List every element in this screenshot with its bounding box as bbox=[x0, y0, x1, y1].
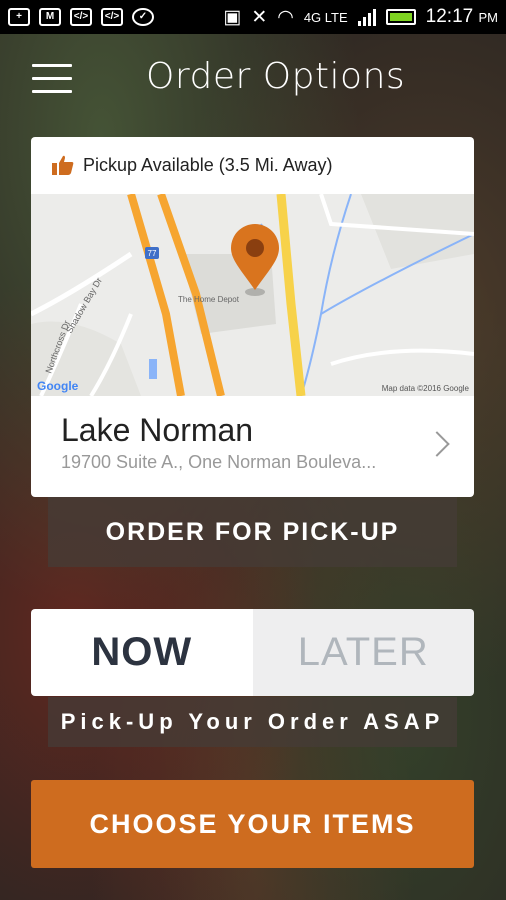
highway-shield: 77 bbox=[148, 249, 157, 258]
map-attribution: Map data ©2016 Google bbox=[382, 384, 470, 393]
map[interactable]: Shadow Bay Dr Northcross Dr 77 The Home … bbox=[31, 192, 474, 398]
network-label: 4G LTE bbox=[303, 9, 348, 25]
order-for-pickup-button[interactable]: ORDER FOR PICK-UP bbox=[48, 497, 457, 567]
page-title: Order Options bbox=[146, 56, 406, 97]
menu-icon[interactable] bbox=[32, 64, 72, 94]
map-graphic: Shadow Bay Dr Northcross Dr 77 The Home … bbox=[31, 192, 474, 398]
now-option[interactable]: NOW bbox=[31, 609, 253, 696]
nfc-icon: ▣ bbox=[223, 6, 242, 28]
code-icon-2: </> bbox=[101, 8, 123, 26]
thumbs-up-icon bbox=[52, 155, 74, 175]
clock: 12:17 PM bbox=[425, 6, 498, 27]
choose-your-items-button[interactable]: CHOOSE YOUR ITEMS bbox=[31, 780, 474, 868]
pickup-label: Pickup Available (3.5 Mi. Away) bbox=[83, 154, 333, 175]
mute-icon: ✕ bbox=[251, 6, 268, 28]
pickup-asap-note: Pick-Up Your Order ASAP bbox=[48, 697, 457, 747]
later-option[interactable]: LATER bbox=[252, 609, 474, 696]
time-toggle: NOW LATER bbox=[31, 609, 474, 696]
app-bar: Order Options bbox=[0, 34, 506, 120]
chevron-right-icon[interactable] bbox=[424, 431, 450, 457]
signal-icon bbox=[357, 8, 376, 26]
store-label: The Home Depot bbox=[178, 295, 240, 304]
pickup-availability: Pickup Available (3.5 Mi. Away) bbox=[51, 154, 332, 176]
google-logo: Google bbox=[37, 379, 79, 393]
location-name: Lake Norman bbox=[61, 412, 254, 448]
location-address: 19700 Suite A., One Norman Bouleva... bbox=[61, 452, 377, 472]
gmail-icon: M bbox=[39, 8, 61, 26]
battery-icon bbox=[385, 9, 416, 25]
add-icon: + bbox=[8, 8, 30, 26]
status-bar: + M </> </> ✓ ▣ ✕ ◠ 4G LTE 12:17 PM bbox=[0, 0, 506, 34]
wifi-icon: ◠ bbox=[277, 6, 294, 28]
location-card[interactable]: Pickup Available (3.5 Mi. Away) Shadow B… bbox=[31, 137, 474, 497]
code-icon: </> bbox=[70, 8, 92, 26]
check-icon: ✓ bbox=[132, 8, 154, 26]
